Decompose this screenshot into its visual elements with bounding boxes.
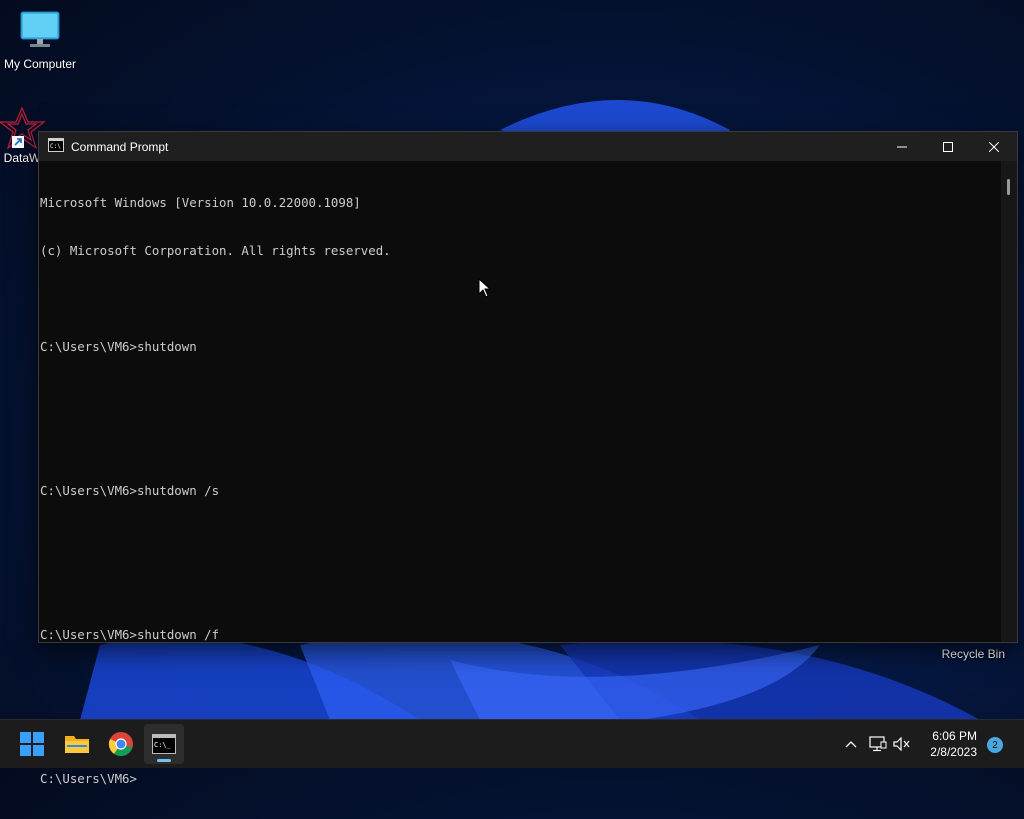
console-line: C:\Users\VM6>shutdown /f [40, 627, 220, 642]
command-prompt-window[interactable]: C:\ Command Prompt Microsoft Windows [Ve… [38, 131, 1018, 786]
window-titlebar[interactable]: C:\ Command Prompt [39, 132, 1017, 161]
maximize-button[interactable] [925, 132, 971, 161]
network-icon [869, 736, 887, 752]
taskbar-clock[interactable]: 6:06 PM 2/8/2023 [907, 728, 977, 760]
console-output[interactable]: Microsoft Windows [Version 10.0.22000.10… [39, 161, 1001, 786]
taskbar-chrome[interactable] [101, 724, 141, 764]
minimize-button[interactable] [879, 132, 925, 161]
taskbar: C:\_ 6:06 PM 2/8/2023 2 [0, 719, 1024, 768]
vertical-scrollbar[interactable] [1001, 161, 1017, 642]
notification-badge[interactable]: 2 [987, 737, 1003, 754]
console-prompt-line[interactable]: C:\Users\VM6> [40, 771, 1001, 787]
network-button[interactable] [867, 720, 889, 768]
clock-date: 2/8/2023 [930, 745, 977, 759]
scrollbar-thumb[interactable] [1007, 179, 1010, 195]
chevron-up-icon [845, 741, 857, 748]
close-icon [989, 141, 999, 152]
maximize-icon [943, 141, 953, 152]
tray-overflow-button[interactable] [840, 720, 862, 768]
svg-text:C:\: C:\ [50, 143, 61, 150]
cmd-icon: C:\ [48, 138, 64, 155]
close-button[interactable] [971, 132, 1017, 161]
chrome-icon [108, 732, 133, 756]
console-line: (c) Microsoft Corporation. All rights re… [40, 243, 391, 258]
start-button[interactable] [12, 724, 52, 764]
active-indicator [157, 759, 171, 762]
monitor-icon [20, 11, 60, 47]
windows-logo-icon [20, 732, 44, 756]
minimize-icon [897, 146, 907, 147]
mouse-cursor-icon [478, 278, 492, 298]
desktop-icon-label: My Computer [3, 57, 77, 71]
folder-icon [65, 736, 89, 753]
taskbar-command-prompt[interactable]: C:\_ [144, 724, 184, 764]
console-line: C:\Users\VM6>shutdown /s [40, 483, 220, 498]
taskbar-file-explorer[interactable] [57, 724, 97, 764]
svg-text:C:\_: C:\_ [154, 741, 172, 749]
console-line: Microsoft Windows [Version 10.0.22000.10… [40, 195, 361, 210]
clock-time: 6:06 PM [932, 729, 977, 743]
desktop-icon-my-computer[interactable]: My Computer [0, 10, 80, 71]
window-title: Command Prompt [71, 139, 169, 154]
terminal-icon: C:\_ [152, 734, 176, 754]
console-line: C:\Users\VM6>shutdown [40, 339, 197, 354]
